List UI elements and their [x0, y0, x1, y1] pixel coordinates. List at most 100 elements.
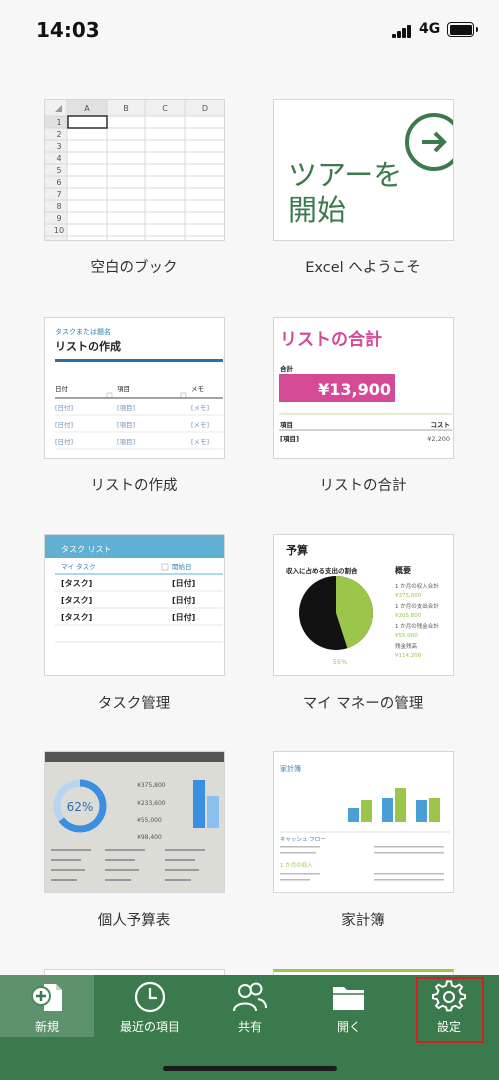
- svg-text:[項目]: [項目]: [117, 404, 135, 412]
- nav-label: 共有: [237, 1020, 262, 1034]
- svg-text:コスト: コスト: [431, 421, 451, 429]
- template-label: タスク管理: [97, 696, 171, 712]
- svg-text:¥55,000: ¥55,000: [395, 633, 418, 639]
- row-header: 1: [56, 118, 61, 127]
- list-title: リストの作成: [55, 339, 121, 353]
- task-title: タスク リスト: [61, 545, 112, 554]
- col-header: B: [123, 104, 129, 113]
- blank-grid-preview: A B C D 1 2 3 4 5 6 7 8 9 10: [45, 100, 224, 240]
- svg-text:[メモ]: [メモ]: [191, 438, 209, 446]
- svg-text:¥233,600: ¥233,600: [137, 800, 166, 807]
- template-blank-workbook[interactable]: A B C D 1 2 3 4 5 6 7 8 9 10: [44, 99, 225, 241]
- nav-label: 開く: [336, 1020, 361, 1034]
- people-icon: [233, 982, 267, 1012]
- nav-new[interactable]: 新規: [0, 975, 94, 1037]
- template-label: マイ マネーの管理: [302, 696, 424, 712]
- svg-text:日付: 日付: [55, 384, 69, 393]
- svg-text:開始日: 開始日: [172, 562, 192, 571]
- template-label: 家計簿: [341, 913, 385, 929]
- row-header: 9: [56, 214, 61, 223]
- svg-text:概要: 概要: [395, 565, 411, 575]
- svg-text:¥55,000: ¥55,000: [137, 817, 162, 824]
- row-header: 4: [56, 154, 61, 163]
- svg-text:1 か月の収入: 1 か月の収入: [280, 862, 313, 869]
- row-header: 10: [54, 226, 64, 235]
- svg-text:[メモ]: [メモ]: [191, 404, 209, 412]
- template-label: リストの作成: [90, 478, 178, 494]
- network-type: 4G: [419, 21, 441, 37]
- template-task-list[interactable]: タスク リスト マイ タスク 開始日 [タスク] [日付] [タスク] [日付] […: [44, 534, 225, 676]
- svg-text:62%: 62%: [67, 800, 94, 814]
- status-bar: 14:03 4G: [0, 0, 499, 62]
- total-amount: ¥13,900: [318, 380, 391, 399]
- svg-text:家計簿: 家計簿: [280, 764, 301, 773]
- svg-text:予算: 予算: [286, 543, 308, 557]
- svg-text:[日付]: [日付]: [55, 437, 73, 446]
- home-indicator: [163, 1066, 337, 1071]
- template-household-book[interactable]: 家計簿 キャッシュ フロー 1 か月の収入: [273, 751, 454, 893]
- svg-text:メモ: メモ: [191, 385, 204, 393]
- svg-text:[日付]: [日付]: [55, 420, 73, 429]
- svg-text:[日付]: [日付]: [55, 403, 73, 412]
- nav-open[interactable]: 開く: [302, 975, 396, 1037]
- tour-title-line2: 開始: [288, 193, 346, 227]
- svg-text:[項目]: [項目]: [280, 434, 299, 443]
- svg-text:キャッシュ フロー: キャッシュ フロー: [280, 836, 326, 843]
- svg-text:1 か月の残金合計: 1 か月の残金合計: [395, 622, 439, 630]
- template-create-list[interactable]: タスクまたは題名 リストの作成 日付 項目 メモ [日付] [項目] [メモ] [日…: [44, 317, 225, 459]
- row-header: 3: [56, 142, 61, 151]
- svg-text:¥114,200: ¥114,200: [395, 653, 422, 659]
- svg-text:[日付]: [日付]: [172, 595, 195, 605]
- folder-icon: [333, 987, 365, 1010]
- col-header: A: [84, 104, 90, 113]
- template-list-total[interactable]: リストの合計 合計 ¥13,900 項目 コスト [項目] ¥2,200: [273, 317, 454, 459]
- svg-text:[項目]: [項目]: [117, 438, 135, 446]
- col-header: D: [202, 104, 208, 113]
- svg-text:収入に占める支出の割合: 収入に占める支出の割合: [286, 566, 358, 575]
- svg-text:¥375,000: ¥375,000: [395, 593, 422, 599]
- template-label: 空白のブック: [90, 260, 178, 276]
- template-money-management[interactable]: 予算 収入に占める支出の割合 55% 概要 1 か月の収入合計 ¥375,000…: [273, 534, 454, 676]
- nav-label: 新規: [34, 1020, 59, 1034]
- svg-text:[タスク]: [タスク]: [61, 578, 92, 588]
- template-personal-budget[interactable]: 62% ¥375,800 ¥233,600 ¥55,000 ¥98,400: [44, 751, 225, 893]
- svg-text:項目: 項目: [280, 420, 293, 429]
- svg-text:¥375,800: ¥375,800: [137, 782, 166, 789]
- new-file-icon: [31, 984, 62, 1011]
- template-welcome-tour[interactable]: ツアーを 開始: [273, 99, 454, 241]
- list-subtitle: タスクまたは題名: [55, 327, 111, 336]
- clock-icon: [134, 981, 166, 1013]
- nav-shared[interactable]: 共有: [203, 975, 297, 1037]
- svg-text:合計: 合計: [279, 364, 294, 373]
- row-header: 7: [56, 190, 61, 199]
- row-header: 8: [56, 202, 61, 211]
- status-time: 14:03: [36, 18, 100, 42]
- svg-text:55%: 55%: [333, 658, 347, 666]
- svg-text:[タスク]: [タスク]: [61, 595, 92, 605]
- row-header: 6: [56, 178, 61, 187]
- svg-text:[タスク]: [タスク]: [61, 612, 92, 622]
- svg-text:¥205,800: ¥205,800: [395, 613, 422, 619]
- svg-text:1 か月の収入合計: 1 か月の収入合計: [395, 582, 439, 590]
- template-label: 個人予算表: [97, 913, 171, 929]
- template-label: リストの合計: [319, 478, 407, 494]
- svg-text:¥98,400: ¥98,400: [137, 834, 162, 841]
- svg-text:[メモ]: [メモ]: [191, 421, 209, 429]
- nav-label: 最近の項目: [119, 1020, 180, 1034]
- svg-text:¥2,200: ¥2,200: [427, 435, 450, 443]
- excel-new-screen: { "status_bar": {"time": "14:03", "netwo…: [0, 0, 499, 1080]
- svg-text:[項目]: [項目]: [117, 421, 135, 429]
- svg-text:[日付]: [日付]: [172, 612, 195, 622]
- nav-recent[interactable]: 最近の項目: [103, 975, 197, 1037]
- col-header: C: [162, 104, 168, 113]
- signal-icon: [392, 24, 412, 38]
- template-label: Excel へようこそ: [305, 260, 421, 276]
- total-title: リストの合計: [280, 329, 382, 350]
- svg-text:残金残高: 残金残高: [395, 642, 418, 650]
- arrow-right-icon: [405, 113, 453, 171]
- row-header: 5: [56, 166, 61, 175]
- svg-text:マイ タスク: マイ タスク: [61, 562, 96, 571]
- svg-text:項目: 項目: [117, 385, 130, 393]
- tour-title-line1: ツアーを: [288, 158, 402, 192]
- battery-icon: [447, 22, 478, 37]
